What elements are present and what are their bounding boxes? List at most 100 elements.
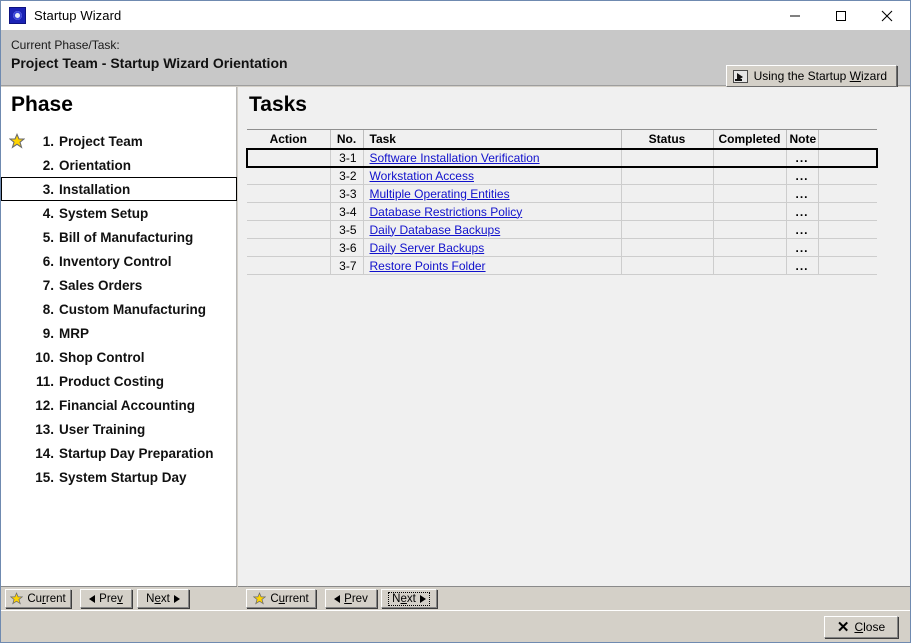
phase-item-installation[interactable]: 3.Installation	[1, 177, 237, 201]
note-ellipsis-button[interactable]: ...	[795, 223, 808, 237]
cell-note: ...	[786, 221, 818, 239]
cell-completed[interactable]	[713, 167, 786, 185]
column-header-task[interactable]: Task	[363, 130, 621, 149]
cell-task: Daily Database Backups	[363, 221, 621, 239]
task-nav-bar: Current Prev Next	[238, 586, 910, 610]
phase-item-product-costing[interactable]: 11.Product Costing	[1, 369, 237, 393]
phase-item-custom-manufacturing[interactable]: 8.Custom Manufacturing	[1, 297, 237, 321]
note-ellipsis-button[interactable]: ...	[795, 205, 808, 219]
column-header-action[interactable]: Action	[247, 130, 330, 149]
table-row[interactable]: 3-5Daily Database Backups...	[247, 221, 877, 239]
phase-item-text: Financial Accounting	[59, 398, 195, 413]
phase-item-text: System Startup Day	[59, 470, 187, 485]
phase-item-inventory-control[interactable]: 6.Inventory Control	[1, 249, 237, 273]
phase-prev-button[interactable]: Prev	[80, 589, 132, 608]
note-ellipsis-button[interactable]: ...	[795, 187, 808, 201]
task-link[interactable]: Multiple Operating Entities	[370, 187, 510, 201]
phase-item-system-setup[interactable]: 4.System Setup	[1, 201, 237, 225]
phase-item-user-training[interactable]: 13.User Training	[1, 417, 237, 441]
cell-no: 3-1	[330, 149, 363, 167]
phase-item-shop-control[interactable]: 10.Shop Control	[1, 345, 237, 369]
phase-item-number: 7.	[33, 278, 54, 293]
close-button[interactable]: ✕ Close	[824, 616, 898, 638]
cell-completed[interactable]	[713, 221, 786, 239]
phase-nav-bar: Current Prev Next	[1, 586, 237, 610]
cell-status[interactable]	[621, 221, 713, 239]
cell-status[interactable]	[621, 167, 713, 185]
cell-note: ...	[786, 167, 818, 185]
phase-prev-label: Prev	[99, 593, 123, 605]
column-header-note[interactable]: Note	[786, 130, 818, 149]
task-link[interactable]: Database Restrictions Policy	[370, 205, 523, 219]
cell-status[interactable]	[621, 257, 713, 275]
task-link[interactable]: Workstation Access	[370, 169, 474, 183]
task-link[interactable]: Daily Database Backups	[370, 223, 501, 237]
phase-item-startup-day-preparation[interactable]: 14.Startup Day Preparation	[1, 441, 237, 465]
star-icon	[253, 592, 266, 605]
column-header-no[interactable]: No.	[330, 130, 363, 149]
phase-item-number: 3.	[33, 182, 54, 197]
cell-action[interactable]	[247, 239, 330, 257]
phase-item-number: 15.	[33, 470, 54, 485]
using-the-startup-wizard-button[interactable]: Using the Startup Wizard	[726, 65, 897, 87]
task-prev-button[interactable]: Prev	[325, 589, 377, 608]
table-row[interactable]: 3-7Restore Points Folder...	[247, 257, 877, 275]
cell-no: 3-6	[330, 239, 363, 257]
column-header-completed[interactable]: Completed	[713, 130, 786, 149]
cell-action[interactable]	[247, 185, 330, 203]
phase-item-mrp[interactable]: 9.MRP	[1, 321, 237, 345]
table-row[interactable]: 3-1 Software Installation Verification...	[247, 149, 877, 167]
cell-action[interactable]	[247, 221, 330, 239]
cell-action[interactable]	[247, 167, 330, 185]
phase-item-sales-orders[interactable]: 7. Sales Orders	[1, 273, 237, 297]
column-header-spacer	[818, 130, 877, 149]
cell-completed[interactable]	[713, 185, 786, 203]
task-link[interactable]: Restore Points Folder	[370, 259, 486, 273]
note-ellipsis-button[interactable]: ...	[795, 169, 808, 183]
cell-status[interactable]	[621, 203, 713, 221]
phase-item-label: 7. Sales Orders	[33, 278, 142, 293]
phase-item-text: Inventory Control	[59, 254, 172, 269]
phase-item-bill-of-manufacturing[interactable]: 5.Bill of Manufacturing	[1, 225, 237, 249]
task-link[interactable]: Daily Server Backups	[370, 241, 485, 255]
cell-status[interactable]	[621, 185, 713, 203]
phase-current-button[interactable]: Current	[5, 589, 71, 608]
phase-item-number: 4.	[33, 206, 54, 221]
cell-status[interactable]	[621, 239, 713, 257]
note-ellipsis-button[interactable]: ...	[795, 151, 808, 165]
table-row[interactable]: 3-6 Daily Server Backups...	[247, 239, 877, 257]
cell-completed[interactable]	[713, 239, 786, 257]
phase-list: 1.Project Team2.Orientation3.Installatio…	[1, 129, 237, 489]
task-next-button[interactable]: Next	[381, 589, 437, 608]
cell-completed[interactable]	[713, 257, 786, 275]
table-row[interactable]: 3-2Workstation Access...	[247, 167, 877, 185]
cell-action[interactable]	[247, 203, 330, 221]
note-ellipsis-button[interactable]: ...	[795, 241, 808, 255]
cell-note: ...	[786, 239, 818, 257]
task-current-button[interactable]: Current	[246, 589, 316, 608]
phase-item-text: Sales Orders	[59, 278, 142, 293]
phase-item-label: 4.System Setup	[33, 206, 148, 221]
column-header-status[interactable]: Status	[621, 130, 713, 149]
task-link[interactable]: Software Installation Verification	[370, 151, 540, 165]
close-icon[interactable]	[864, 1, 910, 30]
phase-item-system-startup-day[interactable]: 15. System Startup Day	[1, 465, 237, 489]
table-row[interactable]: 3-4Database Restrictions Policy...	[247, 203, 877, 221]
phase-next-button[interactable]: Next	[137, 589, 189, 608]
cell-completed[interactable]	[713, 149, 786, 167]
cell-task: Restore Points Folder	[363, 257, 621, 275]
note-ellipsis-button[interactable]: ...	[795, 259, 808, 273]
cell-action[interactable]	[247, 257, 330, 275]
phase-item-financial-accounting[interactable]: 12.Financial Accounting	[1, 393, 237, 417]
cell-action[interactable]	[247, 149, 330, 167]
cell-completed[interactable]	[713, 203, 786, 221]
cell-status[interactable]	[621, 149, 713, 167]
star-icon	[10, 592, 23, 605]
minimize-icon[interactable]	[772, 1, 818, 30]
phase-item-orientation[interactable]: 2.Orientation	[1, 153, 237, 177]
maximize-icon[interactable]	[818, 1, 864, 30]
phase-item-text: Bill of Manufacturing	[59, 230, 193, 245]
phase-item-project-team[interactable]: 1.Project Team	[1, 129, 237, 153]
table-row[interactable]: 3-3Multiple Operating Entities...	[247, 185, 877, 203]
task-panel-title: Tasks	[249, 93, 307, 117]
